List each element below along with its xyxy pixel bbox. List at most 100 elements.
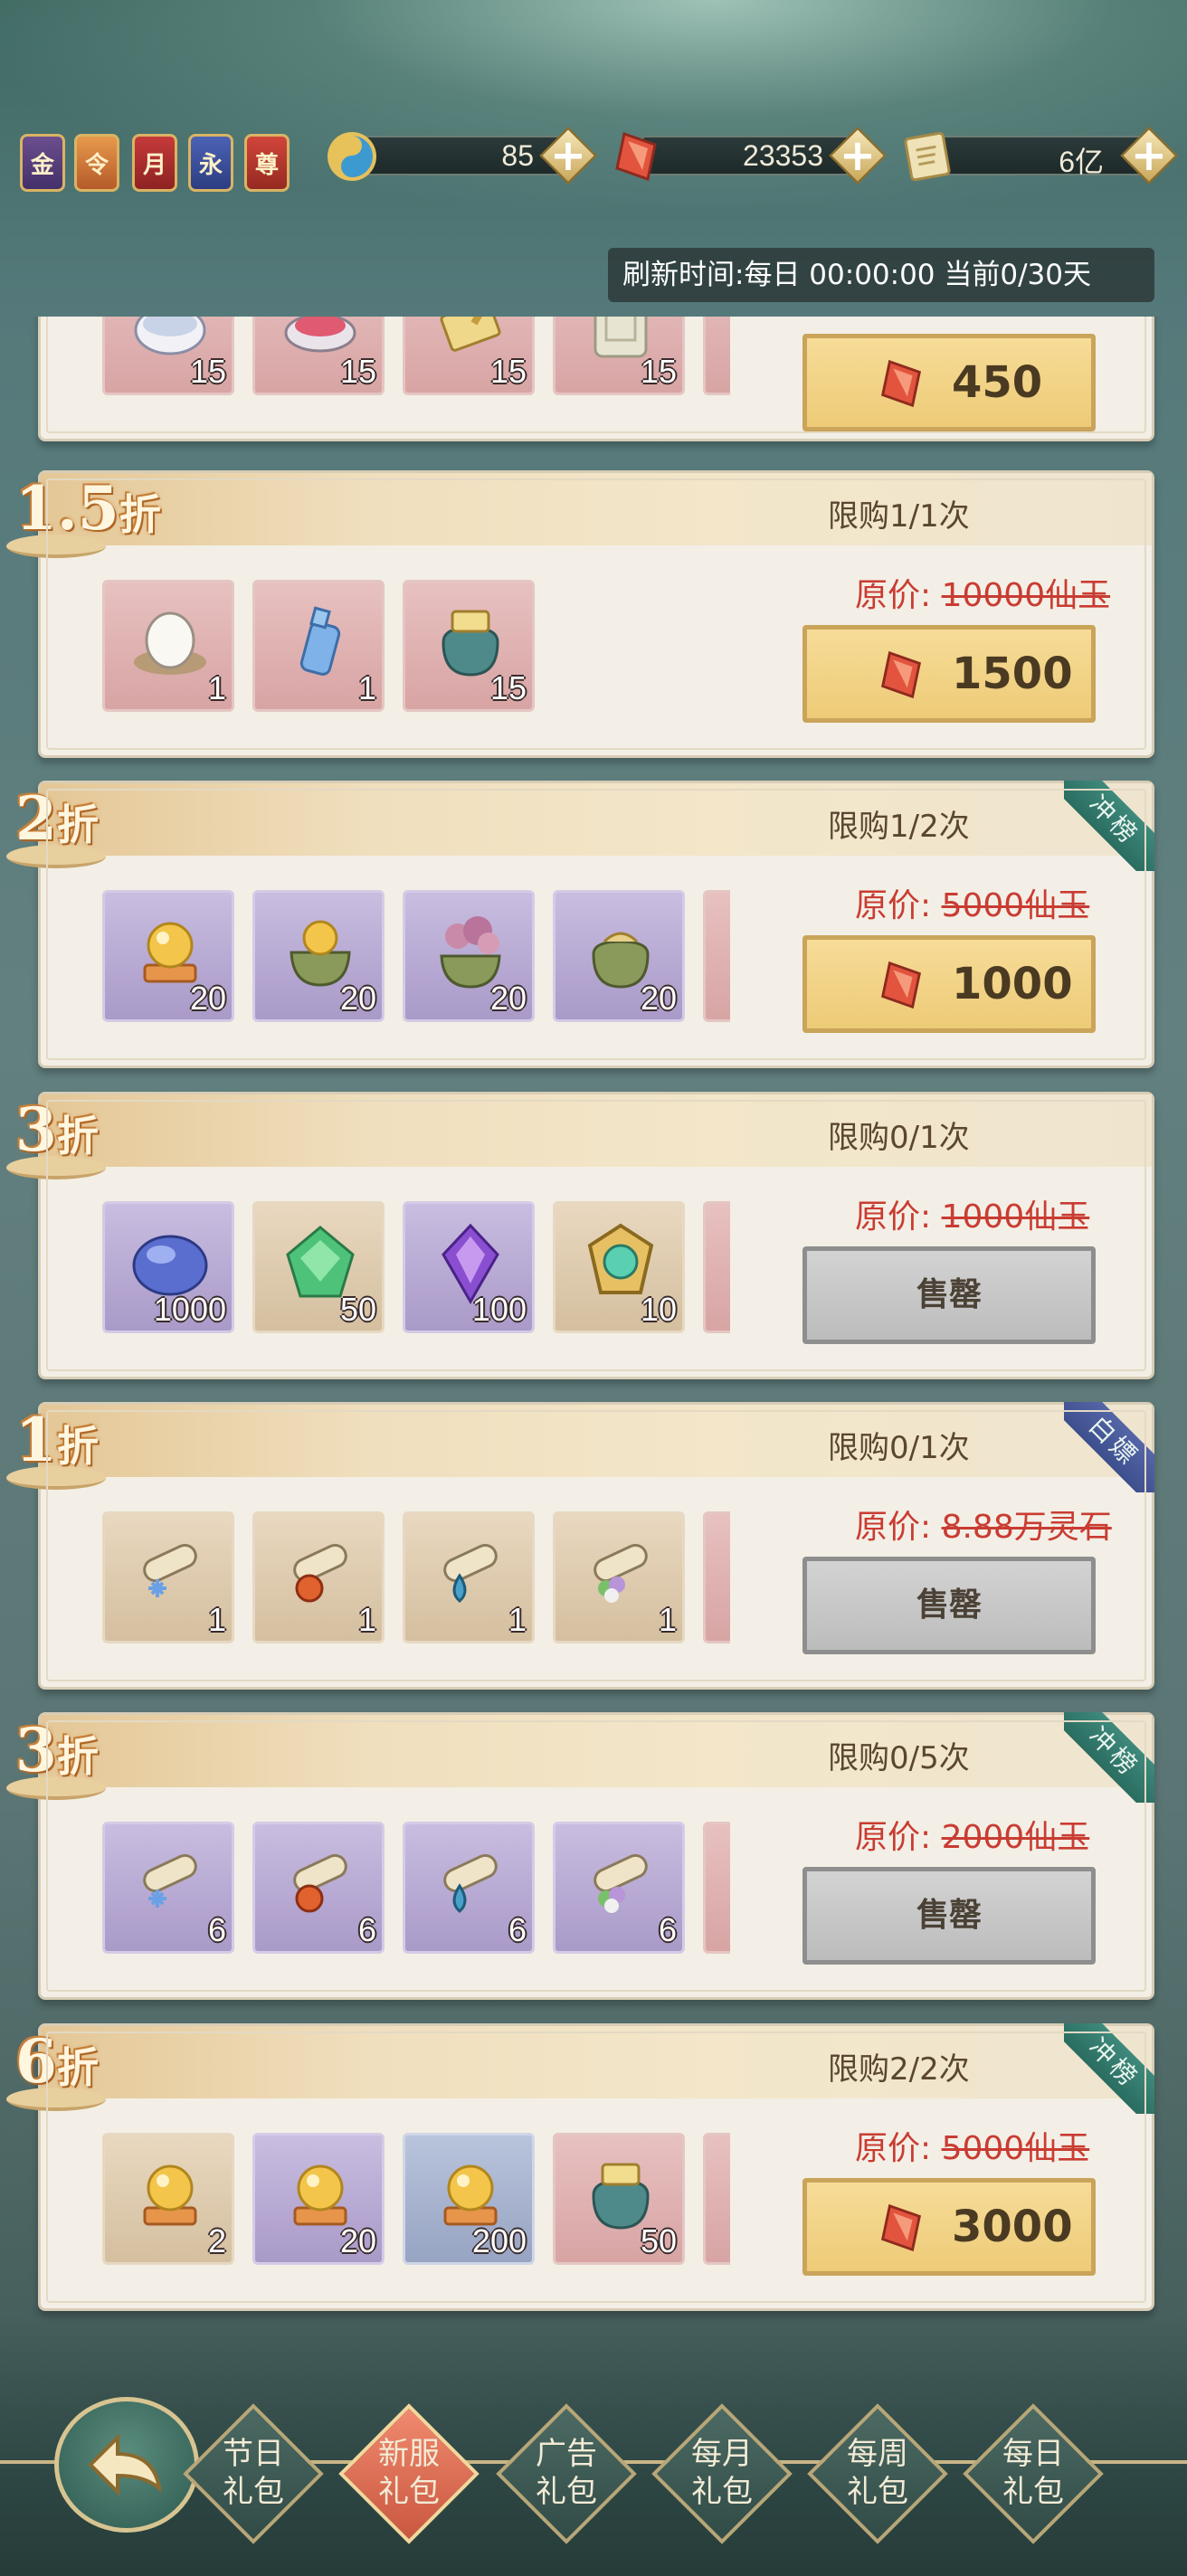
original-price-label: 原价:	[855, 1819, 942, 1856]
buy-price: 1500	[952, 649, 1073, 699]
tab-label-line2: 礼包	[847, 2474, 908, 2510]
vip-badge-gold[interactable]: 金	[20, 134, 65, 192]
reward-item[interactable]: 6	[252, 1822, 385, 1954]
jade-add-button[interactable]: +	[831, 128, 885, 183]
corner-tag-label: 冲榜	[1064, 1712, 1154, 1803]
back-button[interactable]	[54, 2397, 199, 2533]
tab-new-server-pack[interactable]: 新服 礼包	[338, 2403, 480, 2544]
item-strip[interactable]: 6 6 6 6	[102, 1822, 736, 1957]
tab-festival-pack[interactable]: 节日 礼包	[183, 2403, 324, 2544]
sold-out-button[interactable]: 售罄	[802, 1557, 1096, 1654]
reward-item-partial[interactable]	[703, 890, 730, 1022]
tab-label-line1: 每月	[691, 2436, 753, 2472]
reward-item-partial[interactable]	[703, 1201, 730, 1333]
reward-item[interactable]: 1	[102, 1511, 234, 1643]
reward-item[interactable]: 1	[553, 1511, 685, 1643]
vip-badge-permanent[interactable]: 永	[188, 134, 233, 192]
buy-button[interactable]: 450	[802, 334, 1096, 431]
reward-item[interactable]: 15	[102, 317, 234, 395]
buy-button[interactable]: 1000	[802, 935, 1096, 1033]
corner-tag-badge: 冲榜	[1064, 781, 1154, 871]
vip-badge-token[interactable]: 令	[74, 134, 119, 192]
frost-scroll-icon	[125, 1839, 215, 1929]
reward-item[interactable]: 10	[553, 1201, 685, 1333]
reward-item[interactable]: 1	[252, 1511, 385, 1643]
reward-item[interactable]: 20	[553, 890, 685, 1022]
gift-pack-card: 3折 限购0/5次 冲榜 6 6 6 6 原价: 2000仙玉 售罄	[6, 1712, 1154, 2000]
item-quantity: 1	[207, 669, 226, 706]
item-quantity: 1	[357, 669, 376, 706]
original-price-label: 原价:	[855, 2130, 942, 2167]
tab-daily-pack[interactable]: 每日 礼包	[963, 2403, 1104, 2544]
stone-value: 6亿	[1059, 146, 1104, 178]
reward-item[interactable]: 6	[403, 1822, 535, 1954]
original-price-label: 原价:	[855, 887, 942, 924]
tab-label: 新服 礼包	[341, 2435, 477, 2511]
reward-item[interactable]: 20	[252, 890, 385, 1022]
reward-item[interactable]: 6	[553, 1822, 685, 1954]
gift-pack-card: 6折 限购2/2次 冲榜 2 20 200 50 原价: 5000仙玉 3000	[6, 2023, 1154, 2311]
buy-button[interactable]: 1500	[802, 625, 1096, 723]
sold-out-button[interactable]: 售罄	[802, 1867, 1096, 1965]
reward-item[interactable]: 1	[252, 580, 385, 712]
item-strip[interactable]: 1 1 1 1	[102, 1511, 736, 1647]
item-quantity: 200	[471, 2222, 527, 2259]
pack-header	[41, 473, 1152, 545]
pack-header	[41, 1715, 1152, 1787]
frost-scroll-icon	[125, 1529, 215, 1619]
item-strip[interactable]: 1 1 15	[102, 580, 736, 715]
tab-weekly-pack[interactable]: 每周 礼包	[807, 2403, 948, 2544]
discount-unit: 折	[56, 1112, 99, 1160]
reward-item[interactable]: 6	[102, 1822, 234, 1954]
gift-pack-list[interactable]: 15 15 15 15 450 1.5折 限购1/1次 1 1 15 原价: 10000仙玉 1500…	[0, 317, 1187, 2343]
item-quantity: 15	[489, 669, 527, 706]
item-strip[interactable]: 15 15 15 15	[102, 317, 736, 399]
tab-label-line2: 礼包	[378, 2474, 440, 2510]
discount-label: 3折	[15, 1709, 99, 1791]
item-strip[interactable]: 2 20 200 50	[102, 2133, 736, 2268]
reward-item[interactable]: 15	[553, 317, 685, 395]
vip-badge-monthly[interactable]: 月	[132, 134, 177, 192]
reward-item[interactable]: 1	[403, 1511, 535, 1643]
reward-item[interactable]: 100	[403, 1201, 535, 1333]
reward-item[interactable]: 1	[102, 580, 234, 712]
red-jade-icon	[880, 961, 922, 1009]
corner-tag-label: 冲榜	[1064, 781, 1154, 871]
reward-item[interactable]: 50	[252, 1201, 385, 1333]
original-price: 原价: 5000仙玉	[855, 879, 1089, 926]
discount-unit: 折	[56, 800, 99, 849]
spirit-swirl-icon	[328, 132, 376, 181]
tab-monthly-pack[interactable]: 每月 礼包	[651, 2403, 793, 2544]
item-quantity: 6	[357, 1911, 376, 1948]
item-quantity: 20	[339, 980, 376, 1017]
item-strip[interactable]: 1000 50 100 10	[102, 1201, 736, 1337]
reward-item[interactable]: 200	[403, 2133, 535, 2265]
tab-ads-pack[interactable]: 广告 礼包	[496, 2403, 637, 2544]
reward-item[interactable]: 15	[403, 317, 535, 395]
buy-button[interactable]: 3000	[802, 2178, 1096, 2276]
spirit-add-button[interactable]: +	[541, 128, 595, 183]
reward-item[interactable]: 1000	[102, 1201, 234, 1333]
reward-item[interactable]: 50	[553, 2133, 685, 2265]
gift-pack-card: 3折 限购0/1次 1000 50 100 10 原价: 1000仙玉 售罄	[6, 1092, 1154, 1379]
reward-item[interactable]: 20	[102, 890, 234, 1022]
reward-item[interactable]: 2	[102, 2133, 234, 2265]
reward-item[interactable]: 15	[252, 317, 385, 395]
corner-tag-badge: 白嫖	[1064, 1402, 1154, 1492]
original-price-label: 原价:	[855, 1198, 942, 1236]
reward-item-partial[interactable]	[703, 317, 730, 395]
reward-item-partial[interactable]	[703, 1822, 730, 1954]
reward-item[interactable]: 15	[403, 580, 535, 712]
item-strip[interactable]: 20 20 20 20	[102, 890, 736, 1026]
reward-item-partial[interactable]	[703, 2133, 730, 2265]
sold-out-button[interactable]: 售罄	[802, 1246, 1096, 1344]
vip-badge-honor[interactable]: 尊	[244, 134, 290, 192]
reward-item[interactable]: 20	[252, 2133, 385, 2265]
stone-add-button[interactable]: +	[1122, 128, 1176, 183]
reward-item-partial[interactable]	[703, 1511, 730, 1643]
purchase-limit: 限购0/1次	[828, 1430, 970, 1466]
reward-item[interactable]: 20	[403, 890, 535, 1022]
tab-label: 每周 礼包	[810, 2435, 945, 2511]
buy-price: 3000	[952, 2202, 1073, 2252]
pack-header	[41, 2026, 1152, 2098]
